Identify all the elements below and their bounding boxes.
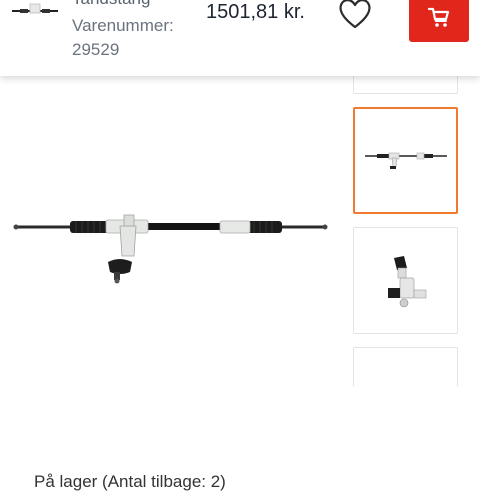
gallery-thumbnail-selected[interactable] xyxy=(353,107,458,214)
stock-status: På lager (Antal tilbage: 2) xyxy=(34,472,226,491)
product-main-image[interactable] xyxy=(10,186,332,286)
item-number-value: 29529 xyxy=(72,40,120,59)
gallery-thumbnail[interactable] xyxy=(353,227,458,334)
product-thumbnail-small xyxy=(12,3,58,14)
shopping-cart-icon xyxy=(428,7,450,27)
gallery-thumbnail-partial-bottom[interactable] xyxy=(353,347,458,387)
steering-rack-pinion-thumbnail xyxy=(388,256,427,308)
sticky-product-header: Tandstang Varenummer: 29529 1501,81 kr. xyxy=(0,0,480,76)
product-price: 1501,81 kr. xyxy=(206,1,305,23)
wishlist-button[interactable] xyxy=(334,0,376,34)
steering-rack-thumbnail xyxy=(365,152,447,169)
product-title: Tandstang xyxy=(72,0,150,9)
add-to-cart-button[interactable] xyxy=(409,0,469,42)
item-number-label: Varenummer: xyxy=(72,16,174,35)
heart-icon xyxy=(339,0,371,29)
